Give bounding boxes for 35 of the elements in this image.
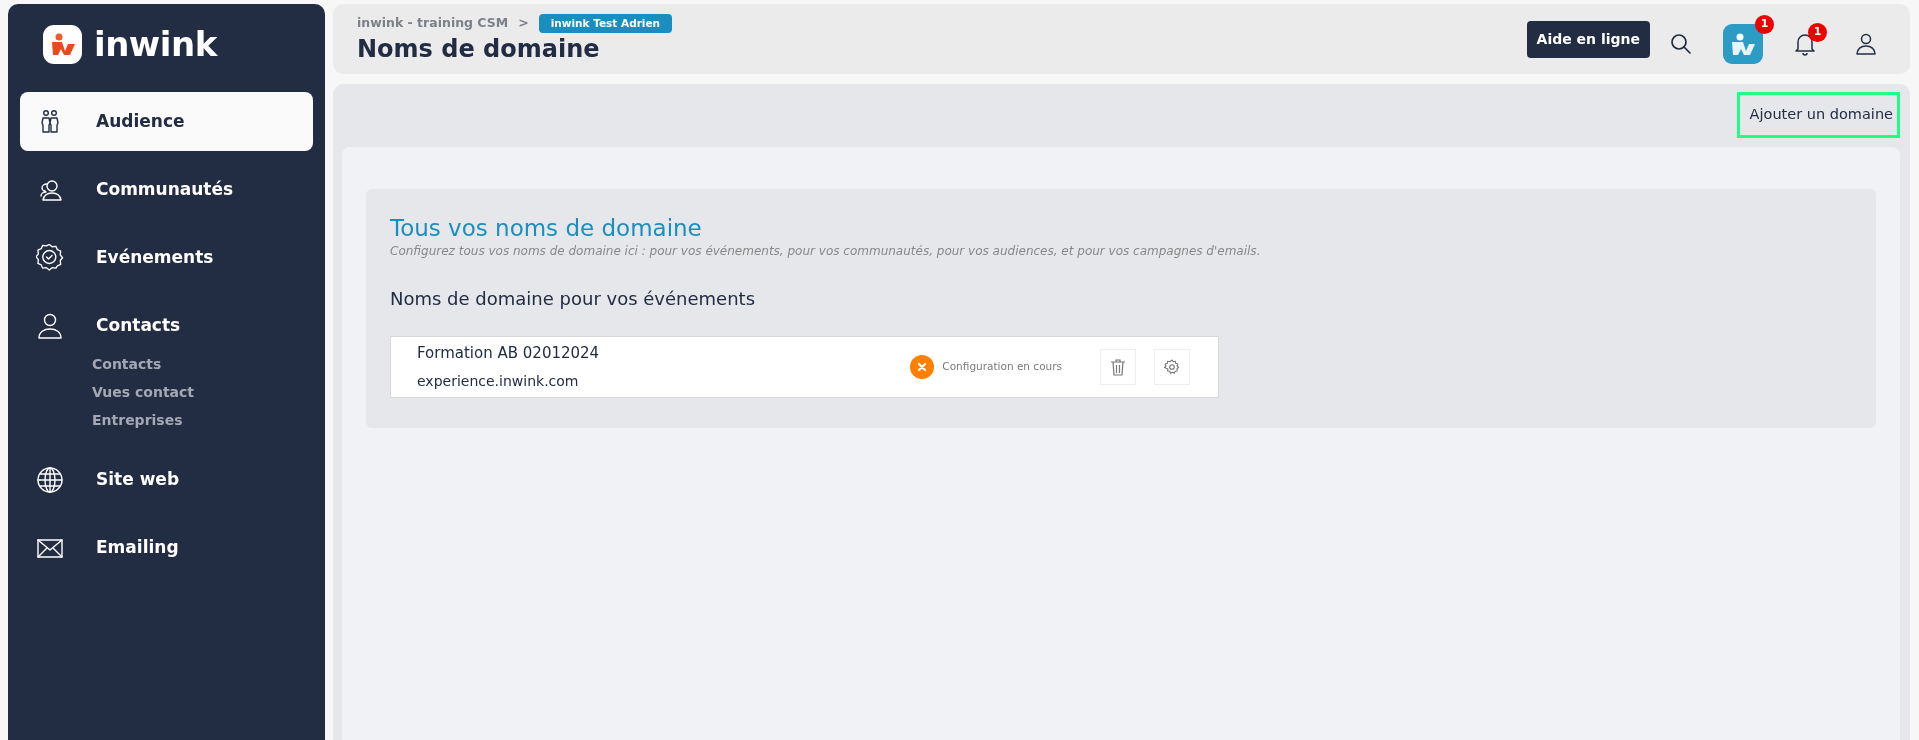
app-logo-icon xyxy=(1723,23,1763,64)
tenant-label: inwink Test Adrien xyxy=(538,13,673,34)
sidebar-item[interactable]: Audience xyxy=(20,92,313,151)
brand-name: inwink xyxy=(94,27,217,61)
sidebar-subitem[interactable]: Vues contact xyxy=(92,378,313,406)
section-title: Tous vos noms de domaine xyxy=(390,214,703,243)
trash-icon xyxy=(1110,357,1126,376)
domain-name: Formation AB 02012024 xyxy=(417,343,600,365)
user-icon xyxy=(36,311,64,340)
notifications-button[interactable]: 1 xyxy=(1794,22,1827,56)
search-icon xyxy=(1670,32,1692,55)
help-button[interactable]: Aide en ligne xyxy=(1526,20,1650,58)
settings-icon xyxy=(1164,358,1180,375)
add-domain-button[interactable]: Ajouter un domaine xyxy=(1736,92,1900,138)
sidebar-subitem[interactable]: Entreprises xyxy=(92,406,313,434)
bell-icon xyxy=(1794,31,1816,56)
settings-button[interactable] xyxy=(1154,348,1190,385)
breadcrumb-separator: > xyxy=(518,14,529,33)
sidebar-item[interactable]: Emailing xyxy=(20,518,313,577)
page-title: Noms de domaine xyxy=(357,35,601,65)
notification-count: 1 xyxy=(1755,14,1774,34)
sidebar-item[interactable]: Site web xyxy=(20,450,313,509)
section-description: Configurez tous vos noms de domaine ici : pour vos événements, pour vos communautés, pour vos audiences, et pour vos campagnes d'emails. xyxy=(390,243,1262,261)
badge-check-icon xyxy=(36,243,64,272)
status-text: Configuration en cours xyxy=(942,359,1062,375)
logo-icon xyxy=(43,24,82,64)
user-icon xyxy=(1855,32,1877,55)
notification-count: 1 xyxy=(1808,22,1827,42)
sidebar-item[interactable]: Communautés xyxy=(20,160,313,219)
domain-host: experience.inwink.com xyxy=(417,371,580,391)
sidebar-item[interactable]: Evénements xyxy=(20,228,313,287)
delete-button[interactable] xyxy=(1100,348,1136,385)
subsection-title: Noms de domaine pour vos événements xyxy=(390,288,756,310)
app-button[interactable]: 1 xyxy=(1723,14,1774,64)
globe-icon xyxy=(36,465,64,494)
